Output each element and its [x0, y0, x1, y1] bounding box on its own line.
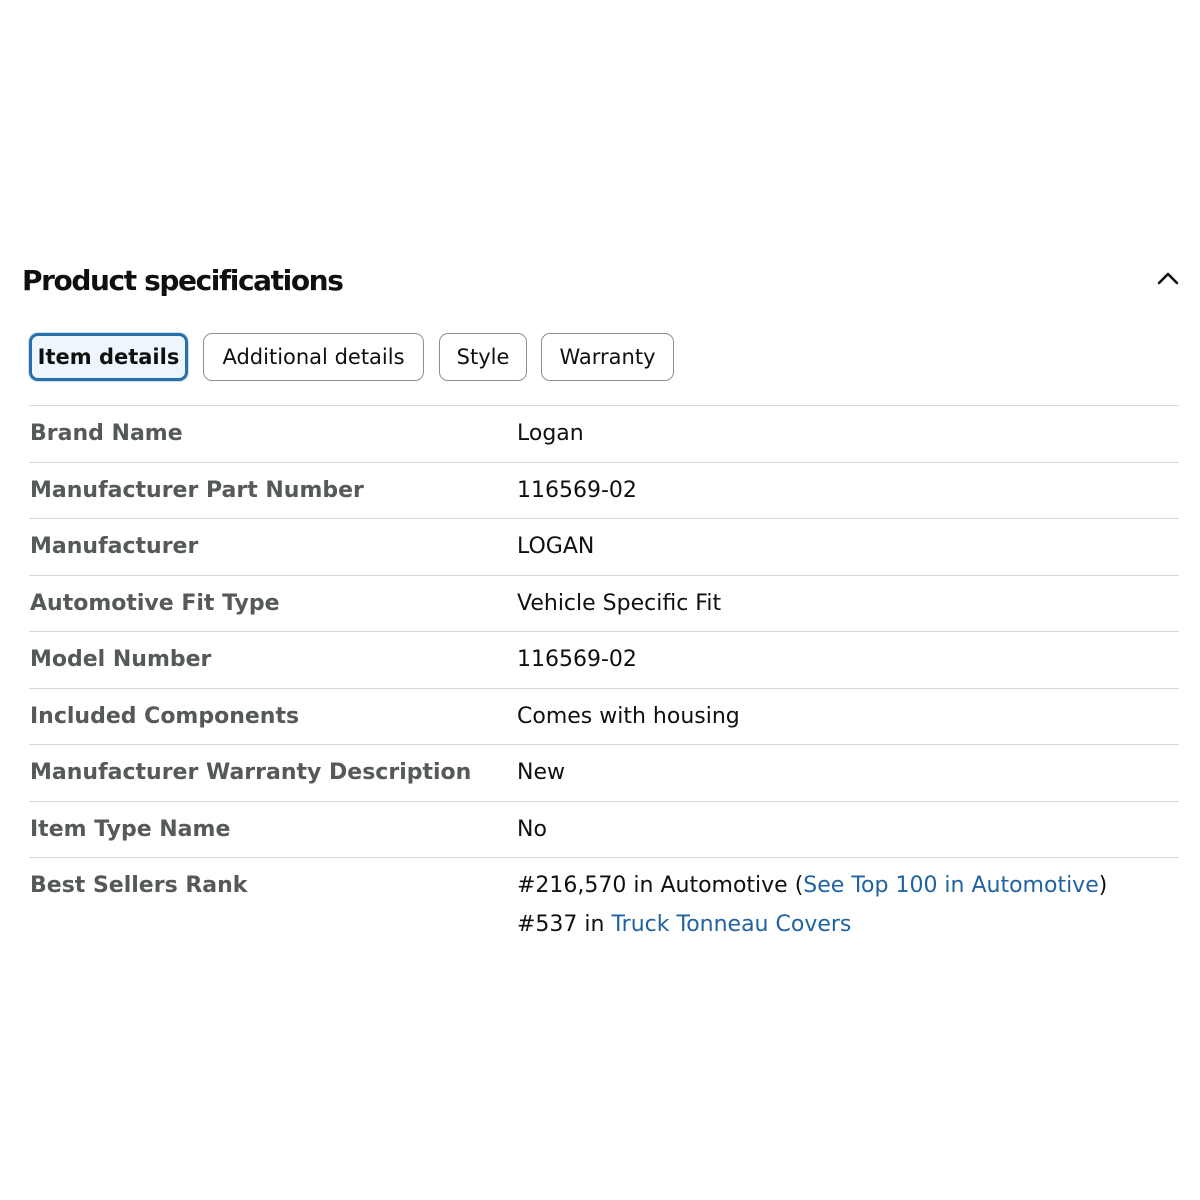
- rank-line-overall: #216,570 in Automotive (See Top 100 in A…: [517, 866, 1107, 905]
- spec-value: New: [517, 760, 565, 785]
- rank-line-category: #537 in Truck Tonneau Covers: [517, 905, 1107, 944]
- spec-table: Brand Name Logan Manufacturer Part Numbe…: [29, 405, 1179, 957]
- table-row: Included Components Comes with housing: [29, 688, 1179, 744]
- rank-text: ): [1098, 873, 1108, 898]
- rank-text: #537 in: [517, 912, 612, 937]
- tab-additional-details[interactable]: Additional details: [203, 333, 424, 381]
- top-100-automotive-link[interactable]: See Top 100 in Automotive: [803, 873, 1098, 898]
- spec-value: 116569-02: [517, 478, 637, 503]
- product-specifications-panel: Product specifications Item details Addi…: [0, 0, 1200, 1200]
- spec-label: Best Sellers Rank: [30, 873, 248, 898]
- table-row: Model Number 116569-02: [29, 631, 1179, 688]
- table-row: Manufacturer Part Number 116569-02: [29, 462, 1179, 518]
- spec-label: Model Number: [30, 647, 212, 672]
- truck-tonneau-covers-link[interactable]: Truck Tonneau Covers: [611, 912, 851, 937]
- spec-value: No: [517, 817, 547, 842]
- table-row: Brand Name Logan: [29, 405, 1179, 462]
- spec-label: Manufacturer: [30, 534, 199, 559]
- table-row: Automotive Fit Type Vehicle Specific Fit: [29, 575, 1179, 631]
- collapse-button[interactable]: [1152, 264, 1184, 292]
- table-row-best-sellers: Best Sellers Rank #216,570 in Automotive…: [29, 857, 1179, 957]
- spec-label: Item Type Name: [30, 817, 231, 842]
- tab-item-details[interactable]: Item details: [29, 333, 188, 381]
- spec-value: 116569-02: [517, 647, 637, 672]
- section-title: Product specifications: [22, 264, 344, 297]
- tab-style[interactable]: Style: [439, 333, 527, 381]
- spec-value: Logan: [517, 421, 584, 446]
- spec-value: Vehicle Specific Fit: [517, 591, 722, 616]
- spec-value: Comes with housing: [517, 704, 740, 729]
- spec-value: LOGAN: [517, 534, 595, 559]
- table-row: Manufacturer LOGAN: [29, 518, 1179, 575]
- spec-label: Included Components: [30, 704, 300, 729]
- best-sellers-rank-value: #216,570 in Automotive (See Top 100 in A…: [517, 866, 1107, 944]
- chevron-up-icon: [1157, 272, 1179, 285]
- rank-text: #216,570 in Automotive (: [517, 873, 804, 898]
- spec-label: Brand Name: [30, 421, 183, 446]
- spec-label: Manufacturer Part Number: [30, 478, 364, 503]
- spec-label: Manufacturer Warranty Description: [30, 760, 472, 785]
- tab-warranty[interactable]: Warranty: [541, 333, 674, 381]
- table-row: Manufacturer Warranty Description New: [29, 744, 1179, 801]
- table-row: Item Type Name No: [29, 801, 1179, 857]
- spec-label: Automotive Fit Type: [30, 591, 280, 616]
